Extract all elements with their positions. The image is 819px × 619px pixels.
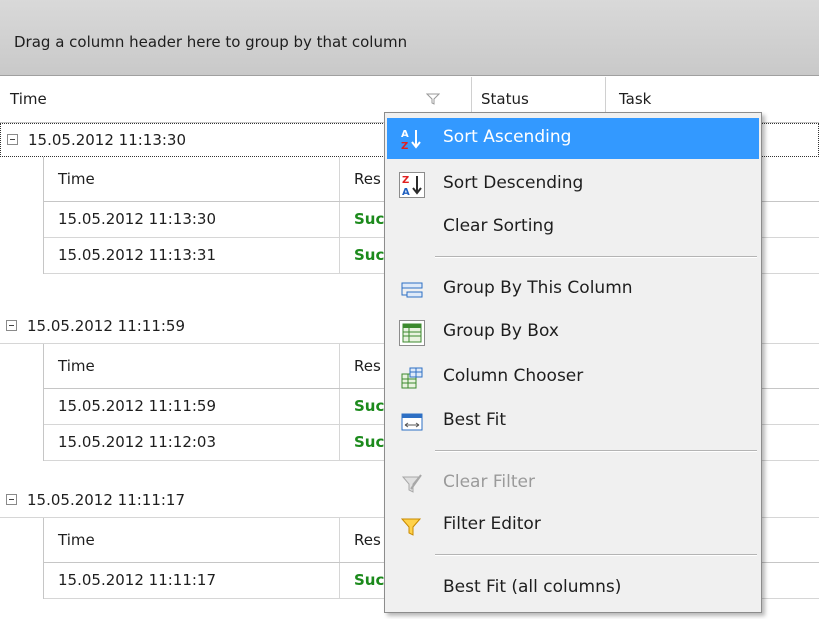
menu-item-label: Column Chooser [443, 366, 584, 386]
group-row-label: 15.05.2012 11:11:17 [27, 491, 186, 509]
menu-item-label: Best Fit [443, 410, 506, 430]
svg-text:A: A [401, 129, 409, 140]
clear-filter-icon [401, 474, 422, 493]
column-header-status-label: Status [481, 90, 529, 108]
group-by-column-icon [401, 282, 423, 298]
group-row-label: 15.05.2012 11:13:30 [28, 131, 187, 149]
menu-item-label: Clear Sorting [443, 216, 554, 236]
result-value: Suc [354, 246, 385, 264]
detail-header-result-label: Res [354, 357, 381, 375]
menu-separator [435, 450, 757, 452]
menu-item-sort-ascending[interactable]: A Z Sort Ascending [387, 118, 759, 159]
filter-editor-icon [400, 518, 422, 536]
group-panel-hint: Drag a column header here to group by th… [14, 33, 408, 51]
time-cell: 15.05.2012 11:11:59 [44, 389, 340, 424]
menu-item-label: Sort Descending [443, 173, 584, 193]
result-value: Suc [354, 397, 385, 415]
result-value: Suc [354, 210, 385, 228]
time-cell: 15.05.2012 11:13:30 [44, 202, 340, 237]
menu-item-column-chooser[interactable]: Column Chooser [387, 357, 759, 398]
menu-item-filter-editor[interactable]: Filter Editor [387, 505, 759, 546]
detail-header-time-label: Time [58, 531, 95, 549]
group-row-label: 15.05.2012 11:11:59 [27, 317, 186, 335]
menu-item-best-fit[interactable]: Best Fit [387, 401, 759, 442]
menu-item-label: Clear Filter [443, 472, 535, 492]
time-cell: 15.05.2012 11:13:31 [44, 238, 340, 273]
menu-item-clear-sorting[interactable]: Clear Sorting [387, 207, 759, 248]
menu-item-group-by-box[interactable]: Group By Box [387, 312, 759, 353]
menu-item-label: Group By This Column [443, 278, 633, 298]
menu-item-best-fit-all-columns[interactable]: Best Fit (all columns) [387, 568, 759, 609]
result-value: Suc [354, 433, 385, 451]
menu-item-label: Filter Editor [443, 514, 541, 534]
sort-descending-icon: Z A [399, 172, 425, 198]
time-value: 15.05.2012 11:11:17 [58, 571, 217, 589]
column-context-menu: A Z Sort Ascending Z A Sort Descending C… [384, 112, 762, 613]
sort-ascending-icon: A Z [401, 129, 421, 152]
collapse-icon[interactable] [6, 494, 17, 505]
detail-header-time[interactable]: Time [44, 518, 340, 562]
menu-item-group-by-this-column[interactable]: Group By This Column [387, 269, 759, 310]
collapse-icon[interactable] [7, 134, 18, 145]
collapse-icon[interactable] [6, 320, 17, 331]
group-by-box-icon [399, 320, 425, 346]
time-value: 15.05.2012 11:13:31 [58, 246, 217, 264]
time-cell: 15.05.2012 11:12:03 [44, 425, 340, 460]
time-value: 15.05.2012 11:13:30 [58, 210, 217, 228]
column-header-task-label: Task [619, 90, 652, 108]
column-header-time-label: Time [10, 90, 47, 108]
filter-icon[interactable] [426, 93, 440, 105]
time-cell: 15.05.2012 11:11:17 [44, 563, 340, 598]
time-value: 15.05.2012 11:12:03 [58, 433, 217, 451]
detail-header-result-label: Res [354, 170, 381, 188]
detail-header-time-label: Time [58, 170, 95, 188]
menu-item-label: Best Fit (all columns) [443, 577, 622, 597]
menu-separator [435, 554, 757, 556]
menu-separator [435, 256, 757, 258]
menu-item-sort-descending[interactable]: Z A Sort Descending [387, 164, 759, 205]
menu-item-label: Group By Box [443, 321, 559, 341]
column-chooser-icon [401, 367, 423, 389]
result-value: Suc [354, 571, 385, 589]
svg-text:Z: Z [401, 141, 408, 152]
menu-item-clear-filter[interactable]: Clear Filter [387, 463, 759, 504]
detail-header-time[interactable]: Time [44, 157, 340, 201]
detail-header-result-label: Res [354, 531, 381, 549]
detail-header-time-label: Time [58, 357, 95, 375]
detail-header-time[interactable]: Time [44, 344, 340, 388]
menu-item-label: Sort Ascending [443, 127, 572, 147]
time-value: 15.05.2012 11:11:59 [58, 397, 217, 415]
svg-text:A: A [402, 187, 410, 198]
group-by-panel[interactable]: Drag a column header here to group by th… [0, 0, 819, 76]
svg-text:Z: Z [402, 175, 409, 186]
best-fit-icon [401, 413, 423, 431]
